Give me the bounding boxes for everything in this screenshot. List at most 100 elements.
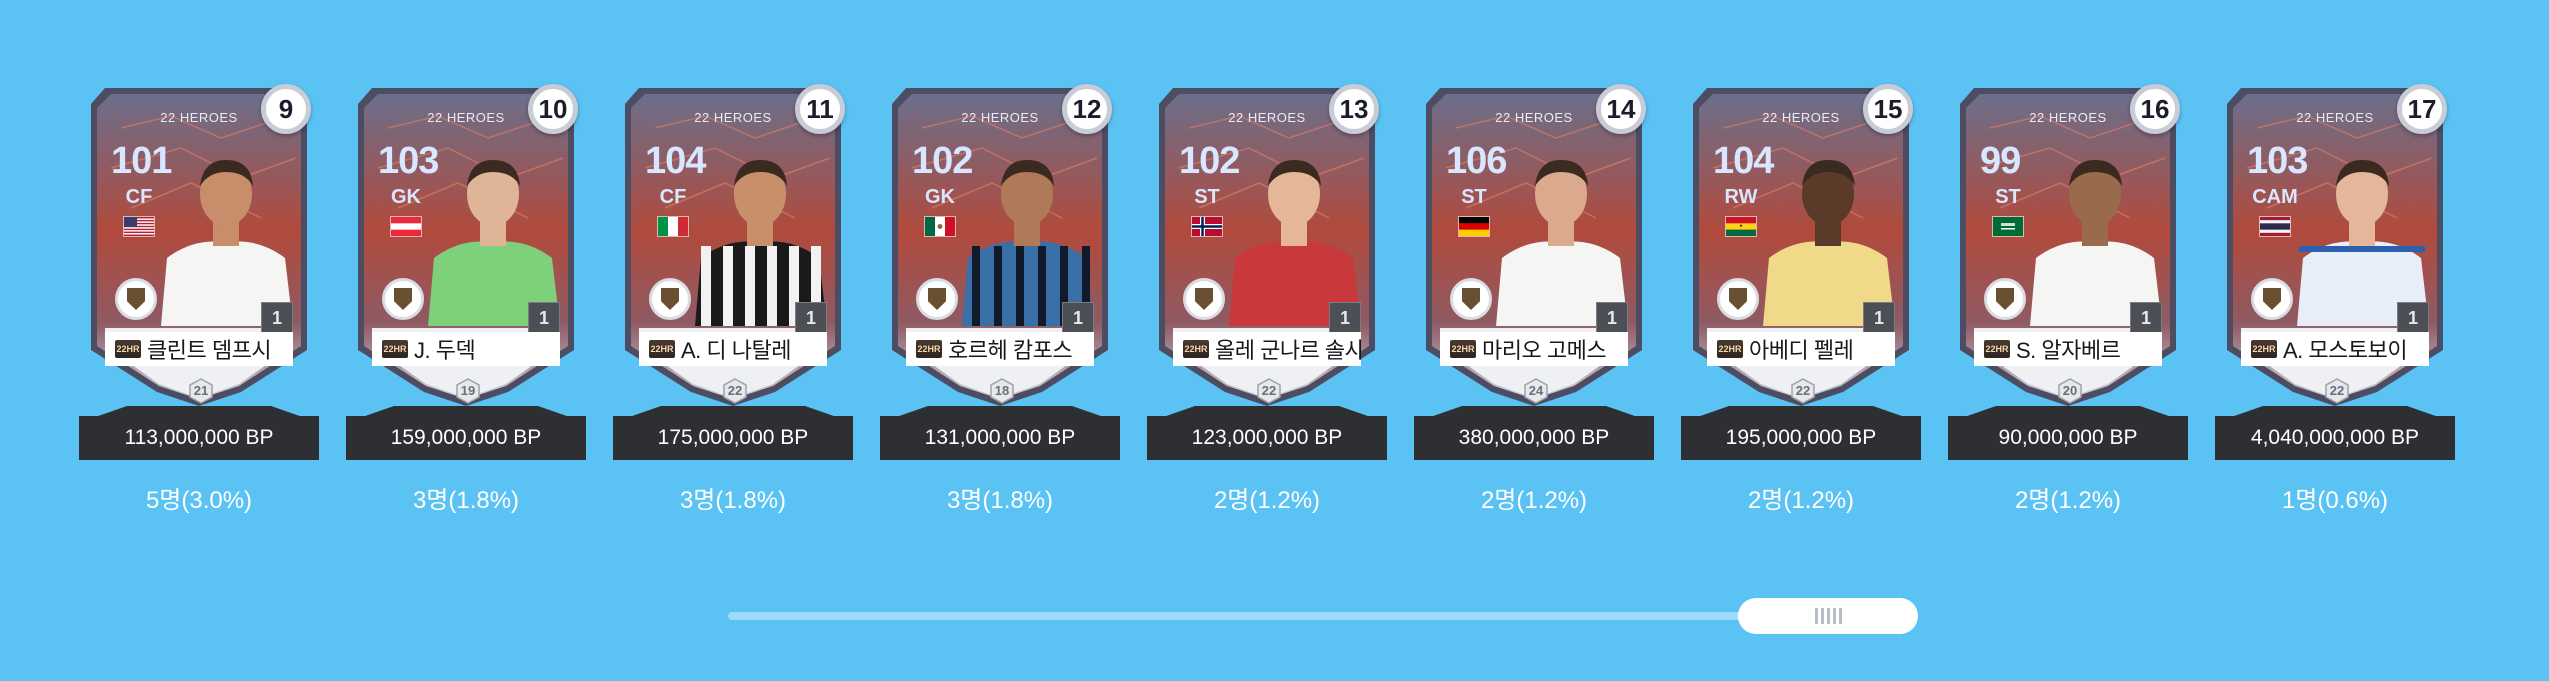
season-chip-icon: 22HR bbox=[1984, 340, 2010, 358]
user-count-label: 1명(0.6%) bbox=[2281, 487, 2389, 514]
price-label: 113,000,000 BP bbox=[79, 416, 319, 460]
player-name-bar: 22HR J. 두덱 bbox=[372, 332, 560, 366]
price-label: 131,000,000 BP bbox=[880, 416, 1120, 460]
salary-badge: 18 bbox=[989, 378, 1015, 404]
player-name: 올레 군나르 솔샤 bbox=[1215, 338, 1361, 363]
grip-icon bbox=[1832, 608, 1836, 624]
overall-rating: 101 bbox=[111, 140, 172, 182]
nation-flag-icon bbox=[657, 216, 689, 237]
nation-flag-icon bbox=[1992, 216, 2024, 237]
player-name-bar: 22HR A. 디 나탈레 bbox=[639, 332, 827, 366]
player-card[interactable]: 11 22 HEROES 104 CF 1 22HR A. 디 나탈레 22 bbox=[625, 84, 845, 406]
salary-badge: 21 bbox=[188, 378, 214, 404]
player-portrait bbox=[161, 160, 293, 326]
enhance-level: 1 bbox=[1062, 302, 1094, 334]
player-portrait bbox=[1229, 160, 1361, 326]
rank-badge: 16 bbox=[2130, 84, 2180, 134]
player-portrait bbox=[695, 160, 827, 326]
player-card-slot[interactable]: 11 22 HEROES 104 CF 1 22HR A. 디 나탈레 22 1… bbox=[613, 80, 853, 520]
salary-badge: 22 bbox=[722, 378, 748, 404]
overall-rating: 104 bbox=[645, 140, 706, 182]
player-card[interactable]: 14 22 HEROES 106 ST 1 22HR 마리오 고메스 24 bbox=[1426, 84, 1646, 406]
player-name: J. 두덱 bbox=[414, 338, 476, 363]
salary-badge: 22 bbox=[1256, 378, 1282, 404]
rank-badge: 17 bbox=[2397, 84, 2447, 134]
scrollbar-thumb[interactable] bbox=[1738, 598, 1918, 634]
season-chip-icon: 22HR bbox=[1183, 340, 1209, 358]
salary-badge: 22 bbox=[1790, 378, 1816, 404]
position-label: CF bbox=[125, 186, 153, 208]
player-name-bar: 22HR 호르헤 캄포스 bbox=[906, 332, 1094, 366]
season-chip-icon: 22HR bbox=[2251, 340, 2277, 358]
player-card-slot[interactable]: 12 22 HEROES 102 GK 1 22HR 호르헤 캄포스 18 13… bbox=[880, 80, 1120, 520]
season-chip-icon: 22HR bbox=[916, 340, 942, 358]
overall-rating: 102 bbox=[1179, 140, 1240, 182]
price-label: 90,000,000 BP bbox=[1948, 416, 2188, 460]
nation-flag-icon bbox=[924, 216, 956, 237]
player-card[interactable]: 13 22 HEROES 102 ST 1 22HR 올레 군나르 솔샤 22 bbox=[1159, 84, 1379, 406]
player-card-slot[interactable]: 14 22 HEROES 106 ST 1 22HR 마리오 고메스 24 38… bbox=[1414, 80, 1654, 520]
horizontal-scrollbar-track[interactable] bbox=[728, 612, 1758, 620]
player-card-slot[interactable]: 16 22 HEROES 99 ST 1 22HR S. 알자베르 20 90,… bbox=[1948, 80, 2188, 520]
team-crest-icon bbox=[2251, 278, 2293, 320]
player-card-slot[interactable]: 17 22 HEROES 103 CAM 1 22HR A. 모스토보이 22 bbox=[2215, 80, 2455, 520]
season-chip-icon: 22HR bbox=[382, 340, 408, 358]
player-name: 호르헤 캄포스 bbox=[948, 338, 1073, 363]
player-card[interactable]: 12 22 HEROES 102 GK 1 22HR 호르헤 캄포스 18 bbox=[892, 84, 1112, 406]
grip-icon bbox=[1814, 608, 1818, 624]
player-card-slot[interactable]: 13 22 HEROES 102 ST 1 22HR 올레 군나르 솔샤 22 bbox=[1147, 80, 1387, 520]
nation-flag-icon bbox=[390, 216, 422, 237]
nation-flag-icon bbox=[1191, 216, 1223, 237]
grip-icon bbox=[1820, 608, 1824, 624]
player-name-bar: 22HR 클린트 뎀프시 bbox=[105, 332, 293, 366]
position-label: GK bbox=[391, 186, 421, 208]
position-label: CAM bbox=[2252, 186, 2298, 208]
player-name: A. 모스토보이 bbox=[2283, 338, 2408, 363]
enhance-level: 1 bbox=[1863, 302, 1895, 334]
overall-rating: 103 bbox=[2247, 140, 2308, 182]
rank-badge: 10 bbox=[528, 84, 578, 134]
rank-badge: 13 bbox=[1329, 84, 1379, 134]
player-card[interactable]: 10 22 HEROES 103 GK 1 22HR J. 두덱 19 bbox=[358, 84, 578, 406]
user-count-label: 2명(1.2%) bbox=[1480, 487, 1588, 514]
season-chip-icon: 22HR bbox=[1717, 340, 1743, 358]
user-count-label: 2명(1.2%) bbox=[2014, 487, 2122, 514]
enhance-level: 1 bbox=[261, 302, 293, 334]
position-label: ST bbox=[1194, 186, 1220, 208]
overall-rating: 103 bbox=[378, 140, 439, 182]
position-label: CF bbox=[659, 186, 687, 208]
player-ranking-list: 9 22 HEROES 101 CF 1 22HR 클린트 뎀프시 21 113… bbox=[0, 0, 2549, 681]
player-card-slot[interactable]: 9 22 HEROES 101 CF 1 22HR 클린트 뎀프시 21 113… bbox=[79, 80, 319, 520]
player-name-bar: 22HR 마리오 고메스 bbox=[1440, 332, 1628, 366]
salary-value: 22 bbox=[727, 383, 743, 398]
player-name: 아베디 펠레 bbox=[1749, 338, 1854, 363]
team-crest-icon bbox=[1717, 278, 1759, 320]
player-card[interactable]: 17 22 HEROES 103 CAM 1 22HR A. 모스토보이 22 bbox=[2227, 84, 2447, 406]
nation-flag-icon bbox=[2259, 216, 2291, 237]
team-crest-icon bbox=[916, 278, 958, 320]
player-card-slot[interactable]: 10 22 HEROES 103 GK 1 22HR J. 두덱 19 159,… bbox=[346, 80, 586, 520]
player-portrait bbox=[962, 160, 1094, 326]
enhance-level: 1 bbox=[2397, 302, 2429, 334]
rank-badge: 9 bbox=[261, 84, 311, 134]
player-name: A. 디 나탈레 bbox=[681, 338, 791, 363]
position-label: ST bbox=[1461, 186, 1487, 208]
overall-rating: 102 bbox=[912, 140, 973, 182]
salary-value: 22 bbox=[1261, 383, 1277, 398]
player-portrait bbox=[1496, 160, 1628, 326]
salary-value: 22 bbox=[2329, 383, 2345, 398]
nation-flag-icon bbox=[1725, 216, 1757, 237]
player-card[interactable]: 16 22 HEROES 99 ST 1 22HR S. 알자베르 20 bbox=[1960, 84, 2180, 406]
salary-value: 24 bbox=[1528, 383, 1544, 398]
salary-badge: 24 bbox=[1523, 378, 1549, 404]
player-name-bar: 22HR S. 알자베르 bbox=[1974, 332, 2162, 366]
nation-flag-icon bbox=[123, 216, 155, 237]
team-crest-icon bbox=[1183, 278, 1225, 320]
player-card-slot[interactable]: 15 22 HEROES 104 RW 1 22HR 아베디 펠레 22 195… bbox=[1681, 80, 1921, 520]
player-card[interactable]: 9 22 HEROES 101 CF 1 22HR 클린트 뎀프시 21 bbox=[91, 84, 311, 406]
salary-value: 19 bbox=[460, 383, 476, 398]
rank-badge: 12 bbox=[1062, 84, 1112, 134]
player-card[interactable]: 15 22 HEROES 104 RW 1 22HR 아베디 펠레 22 bbox=[1693, 84, 1913, 406]
player-name: 클린트 뎀프시 bbox=[147, 338, 272, 363]
team-crest-icon bbox=[1450, 278, 1492, 320]
